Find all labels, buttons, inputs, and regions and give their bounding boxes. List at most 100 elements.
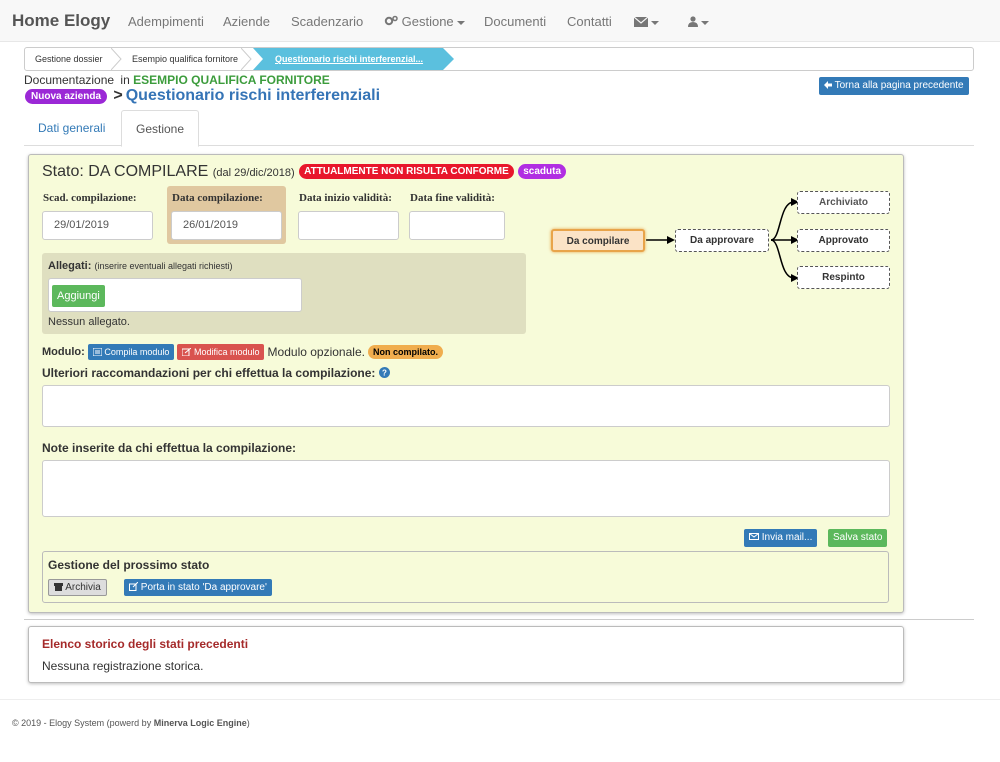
nav-mail-menu[interactable] (633, 14, 659, 29)
svg-text:?: ? (382, 369, 387, 378)
wf-node-da-approvare: Da approvare (675, 229, 769, 252)
send-mail-label: Invia mail... (761, 532, 813, 543)
breadcrumb: Gestione dossier Esempio qualifica forni… (24, 47, 974, 71)
wf-edge (770, 201, 795, 241)
save-state-button[interactable]: Salva stato (828, 529, 888, 547)
history-title: Elenco storico degli stati precedenti (42, 637, 249, 651)
divider (24, 619, 974, 620)
footer: © 2019 - Elogy System (powerd by Minerva… (12, 718, 250, 728)
expired-badge: scaduta (518, 164, 567, 180)
status-since: (dal 29/dic/2018) (212, 167, 295, 179)
footer-prefix: © 2019 - Elogy System (powerd by (12, 718, 152, 728)
chevron-down-icon (701, 20, 709, 25)
module-status-badge: Non compilato. (368, 345, 444, 359)
history-panel: Elenco storico degli stati precedenti Ne… (28, 626, 904, 683)
breadcrumb-gestione-dossier[interactable]: Gestione dossier (25, 48, 122, 70)
attachments-empty: Nessun allegato. (48, 316, 130, 328)
documentation-line: Documentazione in ESEMPIO QUALIFICA FORN… (24, 73, 330, 87)
next-state-section: Gestione del prossimo stato Archivia Por… (42, 551, 889, 603)
top-navbar: Home Elogy Adempimenti Aziende Scadenzar… (0, 0, 1000, 42)
help-icon[interactable]: ? (378, 367, 390, 378)
to-approve-button[interactable]: Porta in stato 'Da approvare' (124, 579, 272, 596)
nav-gestione[interactable]: Gestione (384, 14, 465, 29)
data-compilazione-input[interactable]: 26/01/2019 (171, 211, 282, 240)
archive-button[interactable]: Archivia (48, 579, 107, 596)
footer-divider (0, 699, 1000, 700)
scad-compilazione-label: Scad. compilazione: (43, 192, 137, 204)
chevron-down-icon (651, 20, 659, 25)
notes-textarea[interactable] (42, 460, 890, 517)
nav-gestione-label: Gestione (401, 14, 454, 29)
history-empty: Nessuna registrazione storica. (42, 659, 204, 673)
brand-link[interactable]: Home Elogy (12, 11, 110, 31)
status-value: DA COMPILARE (88, 163, 209, 180)
wf-node-da-compilare: Da compilare (551, 229, 645, 252)
list-icon (92, 347, 103, 357)
back-button-label: Torna alla pagina precedente (834, 80, 964, 91)
edit-module-button[interactable]: Modifica modulo (177, 344, 265, 360)
data-compilazione-label: Data compilazione: (172, 192, 263, 204)
wf-edge (770, 239, 795, 279)
company-name[interactable]: ESEMPIO QUALIFICA FORNITORE (133, 73, 330, 87)
data-inizio-input[interactable] (298, 211, 399, 240)
attachments-label: Allegati: (48, 260, 92, 272)
module-row: Modulo: Compila modulo Modifica modulo M… (42, 344, 444, 360)
next-state-title: Gestione del prossimo stato (48, 558, 210, 572)
edit-icon (181, 347, 192, 357)
status-label: Stato: (42, 163, 84, 180)
archive-icon (54, 583, 63, 591)
breadcrumb-current[interactable]: Questionario rischi interferenzial... (253, 48, 443, 70)
breadcrumb-notch (253, 48, 263, 70)
cogs-icon (384, 15, 398, 26)
conformity-badge: ATTUALMENTE NON RISULTA CONFORME (299, 164, 514, 180)
nav-adempimenti[interactable]: Adempimenti (128, 14, 204, 29)
scad-compilazione-input[interactable]: 29/01/2019 (42, 211, 153, 240)
notes-label: Note inserite da chi effettua la compila… (42, 441, 297, 455)
envelope-icon (633, 16, 649, 27)
data-inizio-label: Data inizio validità: (299, 192, 392, 204)
recommendations-label: Ulteriori raccomandazioni per chi effett… (42, 366, 376, 380)
nav-scadenzario[interactable]: Scadenzario (291, 14, 363, 29)
nav-aziende[interactable]: Aziende (223, 14, 270, 29)
page-title-line: Nuova azienda > Questionario rischi inter… (25, 87, 380, 105)
tab-bar: Dati generali Gestione (24, 110, 974, 147)
breadcrumb-arrow (443, 48, 454, 70)
archive-button-label: Archivia (65, 582, 101, 593)
title-chevron: > (113, 87, 123, 104)
compile-module-button[interactable]: Compila modulo (87, 344, 175, 360)
new-company-badge: Nuova azienda (25, 88, 108, 104)
status-panel: Stato: DA COMPILARE (dal 29/dic/2018) AT… (28, 154, 904, 613)
external-link-icon (129, 581, 139, 591)
page-title: Questionario rischi interferenziali (125, 87, 381, 104)
module-label: Modulo: (42, 346, 85, 358)
data-fine-label: Data fine validità: (410, 192, 495, 204)
status-line: Stato: DA COMPILARE (dal 29/dic/2018) AT… (42, 163, 567, 181)
to-approve-label: Porta in stato 'Da approvare' (140, 582, 267, 593)
send-mail-button[interactable]: Invia mail... (744, 529, 818, 547)
wf-node-respinto: Respinto (797, 266, 890, 289)
nav-contatti[interactable]: Contatti (567, 14, 612, 29)
breadcrumb-esempio-qualifica[interactable]: Esempio qualifica fornitore (122, 48, 252, 70)
footer-suffix: ) (246, 718, 250, 728)
tab-gestione[interactable]: Gestione (121, 110, 200, 147)
module-optional-text: Modulo opzionale. (267, 345, 365, 359)
attachments-section: Allegati: (inserire eventuali allegati r… (42, 253, 526, 334)
back-button[interactable]: Torna alla pagina precedente (819, 77, 969, 95)
doc-in: in (120, 73, 130, 87)
wf-arrow (667, 236, 675, 244)
tab-dati-generali[interactable]: Dati generali (24, 110, 119, 146)
footer-engine: Minerva Logic Engine (153, 718, 247, 728)
nav-user-menu[interactable] (688, 14, 709, 29)
chevron-down-icon (456, 20, 465, 25)
doc-prefix: Documentazione (24, 73, 115, 87)
wf-node-approvato: Approvato (797, 229, 890, 252)
add-attachment-button[interactable]: Aggiungi (52, 285, 105, 307)
wf-node-archiviato: Archiviato (797, 191, 890, 214)
recommendations-label-row: Ulteriori raccomandazioni per chi effett… (42, 366, 390, 380)
arrow-left-icon (824, 81, 832, 89)
recommendations-textarea[interactable] (42, 385, 890, 427)
data-fine-input[interactable] (409, 211, 505, 240)
attachments-upload-area[interactable]: Aggiungi (48, 278, 302, 312)
nav-documenti[interactable]: Documenti (484, 14, 546, 29)
envelope-icon (749, 533, 759, 540)
